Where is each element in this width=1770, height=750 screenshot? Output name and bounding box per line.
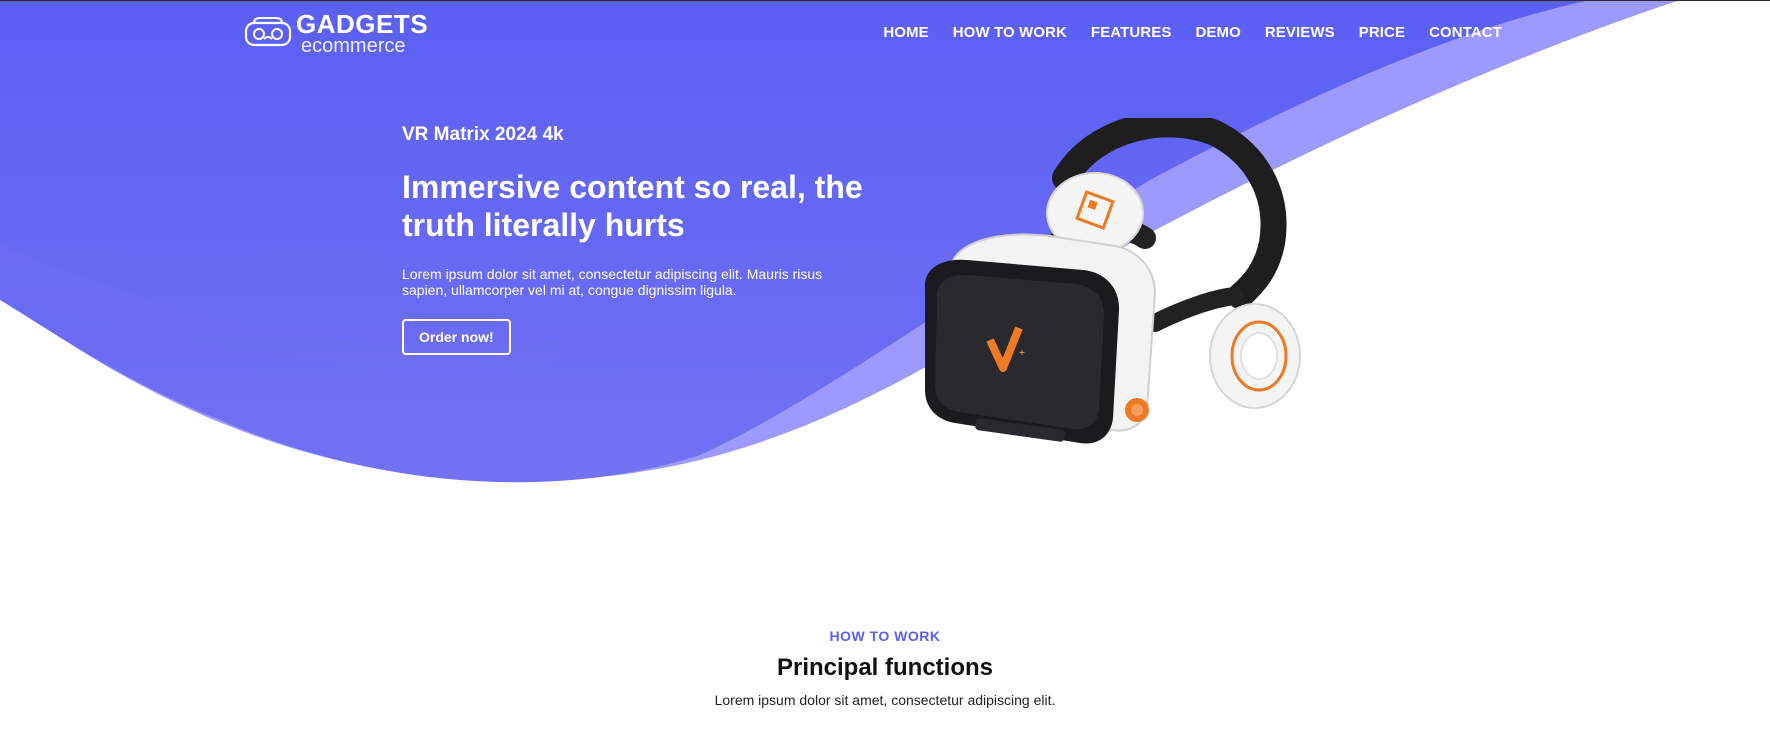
hero-description: Lorem ipsum dolor sit amet, consectetur … <box>402 266 823 298</box>
section-title: Principal functions <box>776 654 994 681</box>
brand-logo[interactable]: GADGETS ecommerce <box>244 8 429 57</box>
hero-headline: Immersive content so real, the truth lit… <box>402 169 863 243</box>
top-border <box>0 0 1770 1</box>
hero-content: VR Matrix 2024 4k Immersive content so r… <box>402 124 892 355</box>
how-to-work-section: HOW TO WORK Principal functions Lorem ip… <box>0 628 1770 708</box>
section-subtitle: Lorem ipsum dolor sit amet, consectetur … <box>714 692 1056 708</box>
nav-reviews[interactable]: REVIEWS <box>1265 24 1335 41</box>
svg-text:+: + <box>1019 348 1025 359</box>
nav-features[interactable]: FEATURES <box>1091 24 1172 41</box>
nav-home[interactable]: HOME <box>883 24 928 41</box>
nav-price[interactable]: PRICE <box>1359 24 1405 41</box>
nav-demo[interactable]: DEMO <box>1195 24 1240 41</box>
landing-page: GADGETS ecommerce HOME HOW TO WORK FEATU… <box>0 0 1770 750</box>
logo-subtitle: ecommerce <box>301 34 406 57</box>
nav-contact[interactable]: CONTACT <box>1429 24 1502 41</box>
order-now-button[interactable]: Order now! <box>402 319 511 355</box>
product-name: VR Matrix 2024 4k <box>402 124 564 145</box>
nav-how-to-work[interactable]: HOW TO WORK <box>953 24 1067 41</box>
vr-headset-product-image: + <box>925 118 1301 444</box>
section-eyebrow: HOW TO WORK <box>829 628 941 644</box>
vr-headset-icon <box>244 17 292 47</box>
main-nav: HOME HOW TO WORK FEATURES DEMO REVIEWS P… <box>859 24 1502 41</box>
logo-title: GADGETS <box>296 8 429 39</box>
